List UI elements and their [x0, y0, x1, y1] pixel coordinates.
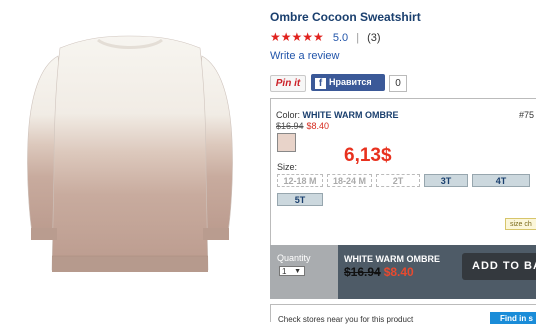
store-availability-text: Check stores near you for this product	[278, 315, 414, 324]
summary-color: WHITE WARM OMBRE	[344, 254, 440, 264]
color-name: WHITE WARM OMBRE	[302, 110, 399, 120]
facebook-like-count: 0	[389, 75, 407, 92]
summary-price: $16.94 $8.40	[344, 265, 414, 279]
facebook-like-label: Нравится	[329, 77, 372, 87]
color-swatch[interactable]	[277, 133, 296, 152]
facebook-like-button[interactable]: f Нравится	[311, 74, 385, 91]
price-row: $16.94 $8.40	[276, 121, 329, 131]
size-option-5t[interactable]: 5T	[277, 193, 323, 206]
size-option-2t[interactable]: 2T	[376, 174, 420, 187]
price-annotation: 6,13$	[344, 145, 392, 166]
product-title: Ombre Cocoon Sweatshirt	[270, 10, 421, 24]
find-in-store-button[interactable]: Find in s	[490, 312, 536, 324]
size-label: Size:	[277, 162, 298, 172]
quantity-select[interactable]: 1 ▼	[279, 266, 305, 276]
summary-old-price: $16.94	[344, 265, 381, 279]
chevron-down-icon: ▼	[294, 268, 301, 275]
color-label: Color: WHITE WARM OMBRE	[276, 110, 399, 120]
size-option-18-24m[interactable]: 18-24 M	[327, 174, 372, 187]
rating-row: ★★★★★ 5.0 | (3)	[270, 30, 381, 44]
style-number: #75	[519, 110, 535, 120]
size-option-3t[interactable]: 3T	[424, 174, 468, 187]
size-chart-link[interactable]: size ch	[505, 218, 536, 230]
pin-it-button[interactable]: Pin it	[270, 75, 306, 92]
rating-value[interactable]: 5.0	[333, 32, 348, 44]
quantity-value: 1	[282, 267, 287, 276]
write-review-link[interactable]: Write a review	[270, 50, 339, 62]
size-option-4t[interactable]: 4T	[472, 174, 530, 187]
product-image[interactable]	[0, 0, 262, 321]
size-option-12-18m[interactable]: 12-18 M	[277, 174, 323, 187]
sale-price: $8.40	[306, 121, 330, 131]
rating-separator: |	[356, 32, 360, 44]
facebook-icon: f	[315, 78, 326, 89]
rating-stars-icon[interactable]: ★★★★★	[270, 30, 324, 44]
color-label-text: Color:	[276, 110, 303, 120]
original-price: $16.94	[276, 121, 304, 131]
summary-sale-price: $8.40	[383, 265, 414, 279]
review-count[interactable]: (3)	[367, 32, 380, 44]
quantity-label: Quantity	[277, 253, 311, 263]
add-to-bag-button[interactable]: ADD TO BA	[462, 253, 536, 280]
